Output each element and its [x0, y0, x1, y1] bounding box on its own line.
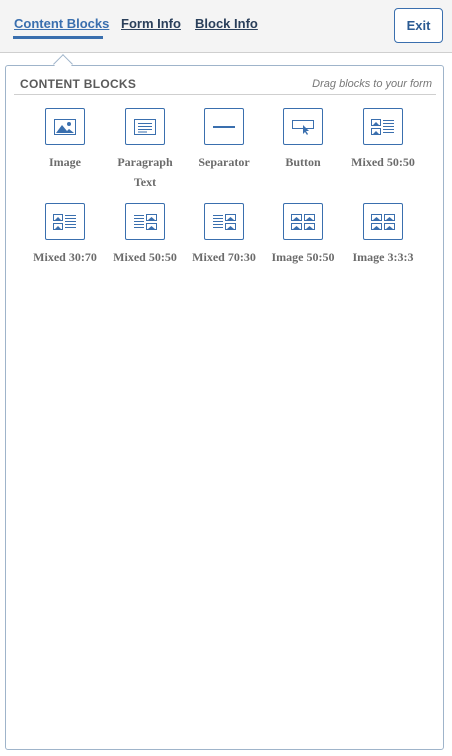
block-paragraph-text[interactable]: Paragraph Text: [105, 108, 185, 192]
mixed-layout-icon: [204, 203, 244, 240]
block-label: Image: [49, 155, 81, 169]
block-label: Image 3:3:3: [352, 250, 414, 264]
mixed-layout-icon: [363, 108, 403, 145]
mixed-layout-icon: [125, 203, 165, 240]
block-label: Paragraph Text: [117, 155, 173, 189]
block-image[interactable]: Image: [25, 108, 105, 172]
image-columns-icon: [283, 203, 323, 240]
block-label: Separator: [198, 155, 250, 169]
tab-form-info[interactable]: Form Info: [121, 16, 181, 31]
block-image-50-50[interactable]: Image 50:50: [263, 203, 343, 267]
block-image-3-3-3[interactable]: Image 3:3:3: [343, 203, 423, 267]
top-nav-bar: Content Blocks Form Info Block Info Exit: [0, 0, 452, 53]
tab-block-info[interactable]: Block Info: [195, 16, 258, 31]
block-mixed-50-50[interactable]: Mixed 50:50: [343, 108, 423, 172]
block-separator[interactable]: Separator: [184, 108, 264, 172]
button-icon: [283, 108, 323, 145]
block-label: Mixed 70:30: [192, 250, 256, 264]
tab-content-blocks[interactable]: Content Blocks: [14, 16, 109, 31]
exit-button[interactable]: Exit: [394, 8, 443, 43]
panel-header: CONTENT BLOCKS Drag blocks to your form: [14, 76, 436, 95]
separator-icon: [204, 108, 244, 145]
block-label: Mixed 50:50: [113, 250, 177, 264]
block-label: Mixed 50:50: [351, 155, 415, 169]
block-label: Mixed 30:70: [33, 250, 97, 264]
image-icon: [45, 108, 85, 145]
image-columns-icon: [363, 203, 403, 240]
mixed-layout-icon: [45, 203, 85, 240]
block-button[interactable]: Button: [263, 108, 343, 172]
paragraph-icon: [125, 108, 165, 145]
block-mixed-50-50-alt[interactable]: Mixed 50:50: [105, 203, 185, 267]
panel-title: CONTENT BLOCKS: [20, 77, 137, 91]
content-blocks-panel: CONTENT BLOCKS Drag blocks to your form …: [5, 65, 444, 750]
active-tab-indicator: [13, 36, 103, 39]
block-label: Image 50:50: [271, 250, 335, 264]
block-mixed-70-30[interactable]: Mixed 70:30: [184, 203, 264, 267]
block-label: Button: [285, 155, 321, 169]
drag-hint: Drag blocks to your form: [312, 78, 432, 90]
block-mixed-30-70[interactable]: Mixed 30:70: [25, 203, 105, 267]
